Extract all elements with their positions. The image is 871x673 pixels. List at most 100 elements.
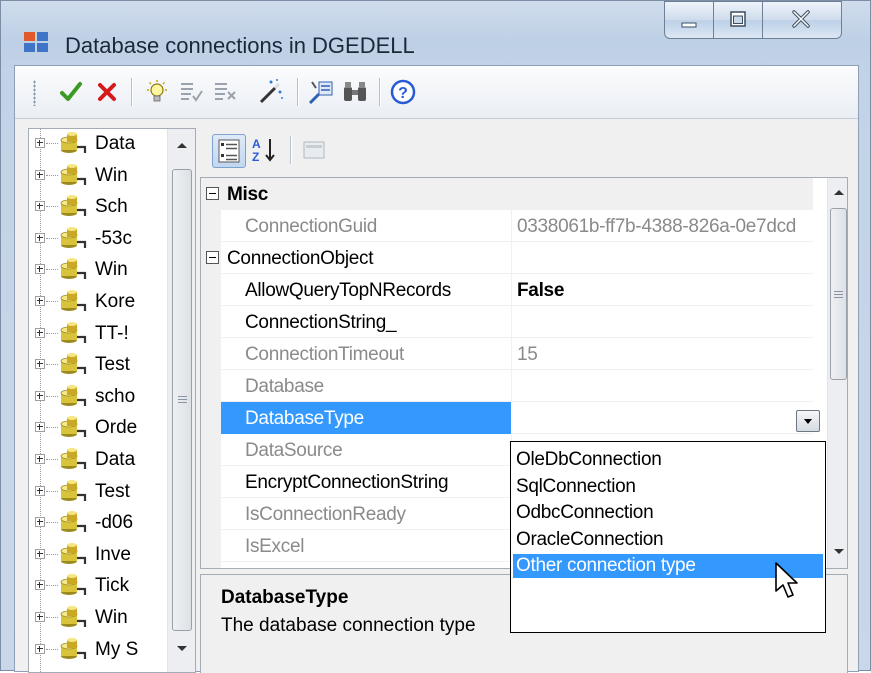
expand-icon[interactable]: [35, 327, 45, 338]
expand-icon[interactable]: [35, 612, 45, 622]
property-value[interactable]: False: [517, 280, 564, 302]
property-name: IsExcel: [245, 536, 305, 557]
tree-item-label: Kore: [95, 291, 136, 312]
scroll-down-arrow-icon[interactable]: [833, 548, 845, 556]
tree-item[interactable]: Data: [29, 445, 179, 475]
scroll-up-arrow-icon[interactable]: [833, 188, 845, 196]
expand-icon[interactable]: [35, 359, 45, 370]
tree-item[interactable]: My S: [29, 635, 179, 665]
expand-icon[interactable]: [35, 454, 45, 464]
accept-button[interactable]: [55, 76, 87, 108]
expand-icon[interactable]: [35, 296, 45, 306]
tree-item[interactable]: Tick: [29, 571, 179, 601]
property-value[interactable]: 15: [517, 344, 538, 366]
column-splitter: [511, 242, 512, 274]
checkmark-icon: [60, 82, 82, 101]
expand-icon[interactable]: [35, 169, 45, 180]
scroll-up-arrow-icon[interactable]: [176, 141, 188, 149]
database-icon: [60, 163, 87, 185]
property-row-databasetype[interactable]: DatabaseType: [201, 402, 820, 434]
scroll-down-arrow-icon[interactable]: [176, 645, 188, 653]
tree-item[interactable]: Win: [29, 161, 179, 191]
toolbar-separator: [297, 78, 299, 106]
property-row-connectionobject[interactable]: ConnectionObject: [201, 242, 813, 274]
maximize-icon: [730, 11, 746, 27]
minimize-button[interactable]: [664, 1, 714, 39]
expand-icon[interactable]: [35, 485, 45, 496]
database-icon: [60, 574, 87, 596]
property-row[interactable]: AllowQueryTopNRecords False: [201, 274, 813, 306]
column-splitter: [511, 306, 512, 338]
tree-item[interactable]: TT-!: [29, 319, 179, 349]
tree-item[interactable]: Data: [29, 129, 179, 159]
check-list-button[interactable]: [175, 76, 207, 108]
dropdown-option[interactable]: OracleConnection: [513, 528, 823, 552]
expand-icon[interactable]: [35, 232, 45, 243]
tree-item[interactable]: Inve: [29, 540, 179, 570]
tree-item-label: scho: [95, 385, 136, 407]
tree-item[interactable]: Win: [29, 603, 179, 633]
dropdown-option[interactable]: SqlConnection: [513, 475, 823, 499]
expand-icon[interactable]: [35, 643, 45, 654]
expand-icon[interactable]: [35, 422, 45, 433]
wizard-button[interactable]: [305, 76, 337, 108]
property-pages-button[interactable]: [298, 134, 332, 168]
tree-item[interactable]: -53c: [29, 224, 179, 254]
cancel-button[interactable]: [91, 76, 123, 108]
tree-item[interactable]: Win: [29, 255, 179, 285]
tree-connector: [46, 395, 58, 397]
tree-scroll-thumb[interactable]: [172, 169, 192, 631]
property-row[interactable]: Database: [201, 370, 813, 402]
collapse-icon[interactable]: [206, 187, 219, 200]
tree-connector: [46, 522, 58, 524]
expand-icon[interactable]: [35, 517, 45, 528]
collapse-icon[interactable]: [206, 251, 219, 264]
tree-item[interactable]: Kore: [29, 287, 179, 317]
grid-scroll-thumb[interactable]: [830, 208, 847, 380]
tree-item[interactable]: Orde: [29, 413, 179, 443]
tree-item-label: Sch: [95, 196, 128, 218]
toolbar-grip[interactable]: [33, 80, 36, 106]
expand-icon[interactable]: [35, 390, 45, 401]
dropdown-button[interactable]: [796, 410, 820, 432]
tree-item[interactable]: Sch: [29, 192, 179, 222]
expand-icon[interactable]: [35, 201, 45, 212]
database-type-dropdown-list[interactable]: OleDbConnection SqlConnection OdbcConnecti…: [510, 441, 826, 633]
expand-icon[interactable]: [35, 548, 45, 559]
app-icon: [24, 32, 48, 52]
category-row-misc[interactable]: Misc: [201, 178, 813, 210]
maximize-button[interactable]: [713, 1, 763, 39]
tree-item[interactable]: Test: [29, 477, 179, 507]
expand-icon[interactable]: [35, 264, 45, 275]
help-button[interactable]: ?: [387, 76, 419, 108]
close-button[interactable]: [762, 1, 842, 39]
wand-button[interactable]: [255, 76, 287, 108]
dropdown-option[interactable]: OleDbConnection: [513, 448, 823, 472]
search-button[interactable]: [339, 76, 371, 108]
property-row[interactable]: ConnectionTimeout 15: [201, 338, 813, 370]
uncheck-list-button[interactable]: [209, 76, 241, 108]
tree-item[interactable]: Test: [29, 350, 179, 380]
database-icon: [60, 290, 87, 311]
property-value[interactable]: 0338061b-ff7b-4388-826a-0e7dcd: [517, 216, 796, 238]
tree-vertical-scrollbar[interactable]: [167, 129, 195, 672]
tree-item-label: Data: [95, 133, 136, 154]
categorized-button[interactable]: [212, 134, 246, 168]
list-check-icon: [181, 83, 203, 102]
tree-item[interactable]: -d06: [29, 508, 179, 538]
expand-icon[interactable]: [35, 138, 45, 148]
alphabetical-button[interactable]: AZ: [248, 134, 282, 168]
tree-item[interactable]: scho: [29, 382, 179, 412]
grid-vertical-scrollbar[interactable]: [827, 178, 847, 568]
dropdown-option[interactable]: OdbcConnection: [513, 501, 823, 525]
sort-az-icon: AZ: [252, 137, 275, 164]
window: Database connections in DGEDELL ? Data W…: [0, 0, 871, 673]
connection-tree[interactable]: Data Win Sch -53c Win Kore TT-! Test scho Orde Dat…: [28, 128, 196, 673]
database-icon: [60, 479, 87, 501]
test-connection-button[interactable]: [141, 76, 173, 108]
title-bar[interactable]: Database connections in DGEDELL: [1, 1, 871, 67]
expand-icon[interactable]: [35, 580, 45, 591]
property-row[interactable]: ConnectionGuid 0338061b-ff7b-4388-826a-0e…: [201, 210, 813, 242]
database-icon: [60, 226, 87, 248]
property-row[interactable]: ConnectionString_: [201, 306, 813, 338]
